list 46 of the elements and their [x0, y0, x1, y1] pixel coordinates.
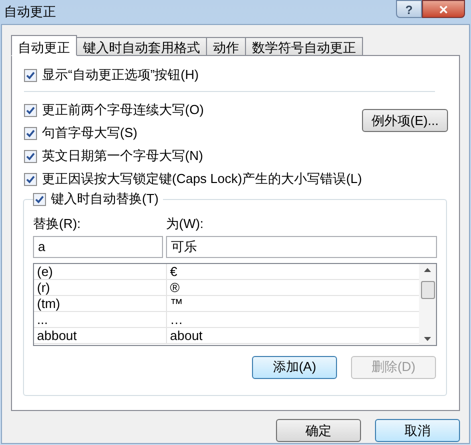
checkbox[interactable]	[33, 192, 46, 206]
table-cell-text: ™	[169, 296, 184, 310]
exceptions-button[interactable]: 例外项(E)...	[362, 109, 448, 132]
checkbox-label: 显示“自动更正选项”按钮(H)	[42, 66, 199, 84]
checkbox-label: 句首字母大写(S)	[42, 124, 138, 142]
checkbox-label: 更正因误按大写锁定键(Caps Lock)产生的大小写错误(L)	[42, 170, 362, 188]
table-cell: (e)	[34, 264, 167, 278]
checkmark-icon	[26, 152, 35, 160]
checkbox[interactable]	[24, 126, 37, 140]
checkmark-icon	[26, 128, 35, 138]
checkbox-label: 更正前两个字母连续大写(O)	[42, 101, 204, 120]
field-label: 替换(R):	[33, 215, 82, 233]
table-cell-text: …	[169, 312, 184, 326]
checkbox[interactable]	[24, 104, 37, 116]
checkmark-icon	[35, 194, 44, 204]
field-label: 为(W):	[166, 215, 205, 233]
table-cell: ...	[34, 312, 167, 326]
checkmark-icon	[26, 106, 35, 114]
scroll-up-icon[interactable]	[424, 268, 431, 272]
scroll-down-icon[interactable]	[424, 336, 431, 340]
dialog-button[interactable]: 取消	[375, 419, 460, 442]
table-cell: (r)	[34, 280, 167, 294]
table-cell: abbout	[34, 328, 167, 342]
with-field[interactable]: 可乐	[166, 236, 437, 258]
table-cell: (tm)	[34, 296, 167, 310]
checkmark-icon	[26, 70, 35, 80]
checkbox-label: 键入时自动替换(T)	[51, 190, 159, 208]
checkbox[interactable]	[24, 68, 37, 82]
scroll-thumb[interactable]	[420, 281, 434, 299]
tab[interactable]: 键入时自动套用格式	[76, 37, 207, 56]
help-button[interactable]: ?	[396, 0, 422, 18]
table-cell-text: ®	[169, 280, 181, 294]
tab[interactable]: 数学符号自动更正	[245, 37, 363, 56]
checkbox-label: 英文日期第一个字母大写(N)	[42, 147, 204, 166]
table-cell-text: €	[169, 264, 178, 278]
table-cell-text: about	[169, 328, 204, 342]
tab[interactable]: 自动更正	[11, 35, 77, 56]
dialog-button[interactable]: 确定	[276, 419, 361, 442]
checkmark-icon	[26, 174, 35, 184]
replace-field[interactable]: a	[33, 236, 163, 258]
checkbox[interactable]	[24, 150, 37, 162]
window-title: 自动更正	[4, 3, 56, 22]
list-action-button[interactable]: 添加(A)	[252, 356, 337, 378]
tab[interactable]: 动作	[206, 37, 246, 56]
scrollbar[interactable]	[419, 264, 436, 344]
checkbox[interactable]	[24, 172, 37, 186]
